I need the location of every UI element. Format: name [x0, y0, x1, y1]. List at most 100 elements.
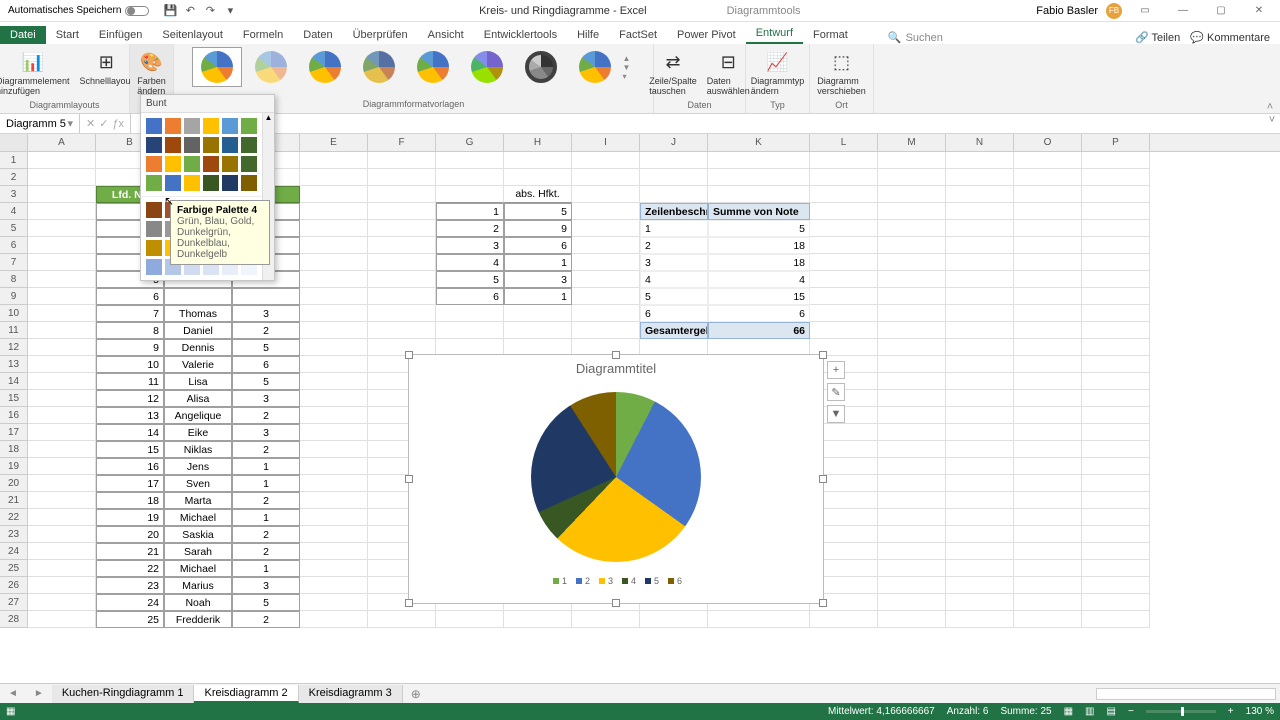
- cell[interactable]: 19: [96, 509, 164, 526]
- cell[interactable]: [436, 169, 504, 186]
- change-colors-button[interactable]: 🎨Farben ändern: [133, 46, 170, 98]
- row-header[interactable]: 5: [0, 220, 28, 237]
- cell[interactable]: [810, 169, 878, 186]
- cell[interactable]: 6: [96, 288, 164, 305]
- row-header[interactable]: 7: [0, 254, 28, 271]
- color-swatch[interactable]: [222, 118, 238, 134]
- enter-icon[interactable]: ✓: [99, 117, 108, 130]
- cell[interactable]: [878, 305, 946, 322]
- cell[interactable]: [300, 611, 368, 628]
- row-header[interactable]: 21: [0, 492, 28, 509]
- cell[interactable]: [878, 203, 946, 220]
- cell[interactable]: [946, 237, 1014, 254]
- color-swatch[interactable]: [222, 137, 238, 153]
- cell[interactable]: [946, 254, 1014, 271]
- cell[interactable]: [300, 169, 368, 186]
- cell[interactable]: [28, 271, 96, 288]
- cell[interactable]: [232, 288, 300, 305]
- cell[interactable]: [1082, 509, 1150, 526]
- cell[interactable]: 5: [232, 339, 300, 356]
- color-swatch[interactable]: [165, 175, 181, 191]
- cell[interactable]: [878, 407, 946, 424]
- color-swatch[interactable]: [184, 175, 200, 191]
- cell[interactable]: [878, 237, 946, 254]
- cell[interactable]: [1014, 271, 1082, 288]
- cell[interactable]: [946, 152, 1014, 169]
- cell[interactable]: [368, 152, 436, 169]
- col-header[interactable]: P: [1082, 134, 1150, 151]
- cell[interactable]: [946, 577, 1014, 594]
- cell[interactable]: [946, 424, 1014, 441]
- cell[interactable]: [878, 390, 946, 407]
- cell[interactable]: [810, 203, 878, 220]
- cell[interactable]: [504, 322, 572, 339]
- cell[interactable]: 5: [232, 373, 300, 390]
- cell[interactable]: [300, 203, 368, 220]
- cell[interactable]: [1082, 203, 1150, 220]
- cell[interactable]: Saskia: [164, 526, 232, 543]
- col-header[interactable]: F: [368, 134, 436, 151]
- row-header[interactable]: 11: [0, 322, 28, 339]
- cell[interactable]: 17: [96, 475, 164, 492]
- color-swatch[interactable]: [146, 118, 162, 134]
- cell[interactable]: [878, 220, 946, 237]
- cell[interactable]: 7: [96, 305, 164, 322]
- comments-button[interactable]: 💬 Kommentare: [1190, 31, 1270, 44]
- cell[interactable]: abs. Hfkt.: [504, 186, 572, 203]
- cell[interactable]: [878, 169, 946, 186]
- cell[interactable]: Marius: [164, 577, 232, 594]
- cell[interactable]: [300, 220, 368, 237]
- color-swatch[interactable]: [165, 118, 181, 134]
- cell[interactable]: [878, 492, 946, 509]
- cell[interactable]: [878, 594, 946, 611]
- color-swatch[interactable]: [241, 137, 257, 153]
- cell[interactable]: [300, 271, 368, 288]
- row-header[interactable]: 9: [0, 288, 28, 305]
- horizontal-scrollbar[interactable]: [1096, 688, 1276, 700]
- tab-start[interactable]: Start: [46, 26, 89, 44]
- cell[interactable]: 25: [96, 611, 164, 628]
- cell[interactable]: [810, 186, 878, 203]
- cell[interactable]: 2: [232, 441, 300, 458]
- cell[interactable]: 24: [96, 594, 164, 611]
- cell[interactable]: 11: [96, 373, 164, 390]
- cell[interactable]: [878, 560, 946, 577]
- cell[interactable]: [572, 237, 640, 254]
- cell[interactable]: [504, 169, 572, 186]
- col-header[interactable]: I: [572, 134, 640, 151]
- row-header[interactable]: 4: [0, 203, 28, 220]
- cell[interactable]: [878, 339, 946, 356]
- cell[interactable]: [878, 509, 946, 526]
- user-name[interactable]: Fabio Basler: [1036, 5, 1098, 17]
- cell[interactable]: 1: [640, 220, 708, 237]
- cell[interactable]: [1082, 526, 1150, 543]
- cell[interactable]: [946, 220, 1014, 237]
- cell[interactable]: [572, 611, 640, 628]
- cell[interactable]: [1014, 509, 1082, 526]
- cell[interactable]: [878, 611, 946, 628]
- color-swatch[interactable]: [146, 259, 162, 275]
- cell[interactable]: [640, 186, 708, 203]
- cell[interactable]: [300, 237, 368, 254]
- cell[interactable]: [946, 356, 1014, 373]
- cell[interactable]: [504, 152, 572, 169]
- cell[interactable]: [300, 475, 368, 492]
- color-swatch[interactable]: [165, 156, 181, 172]
- cell[interactable]: [946, 492, 1014, 509]
- row-header[interactable]: 1: [0, 152, 28, 169]
- row-header[interactable]: 25: [0, 560, 28, 577]
- cell[interactable]: [572, 220, 640, 237]
- cell[interactable]: Alisa: [164, 390, 232, 407]
- cell[interactable]: Zeilenbeschr: [640, 203, 708, 220]
- cell[interactable]: Daniel: [164, 322, 232, 339]
- color-swatch[interactable]: [146, 156, 162, 172]
- pie-chart[interactable]: [531, 392, 701, 562]
- cell[interactable]: [1014, 203, 1082, 220]
- cell[interactable]: Niklas: [164, 441, 232, 458]
- cell[interactable]: 6: [436, 288, 504, 305]
- cell[interactable]: [368, 271, 436, 288]
- add-chart-element-button[interactable]: 📊Diagrammelement hinzufügen: [0, 46, 74, 98]
- cell[interactable]: [300, 526, 368, 543]
- view-pagebreak-icon[interactable]: ▤: [1107, 706, 1116, 717]
- cell[interactable]: [1082, 373, 1150, 390]
